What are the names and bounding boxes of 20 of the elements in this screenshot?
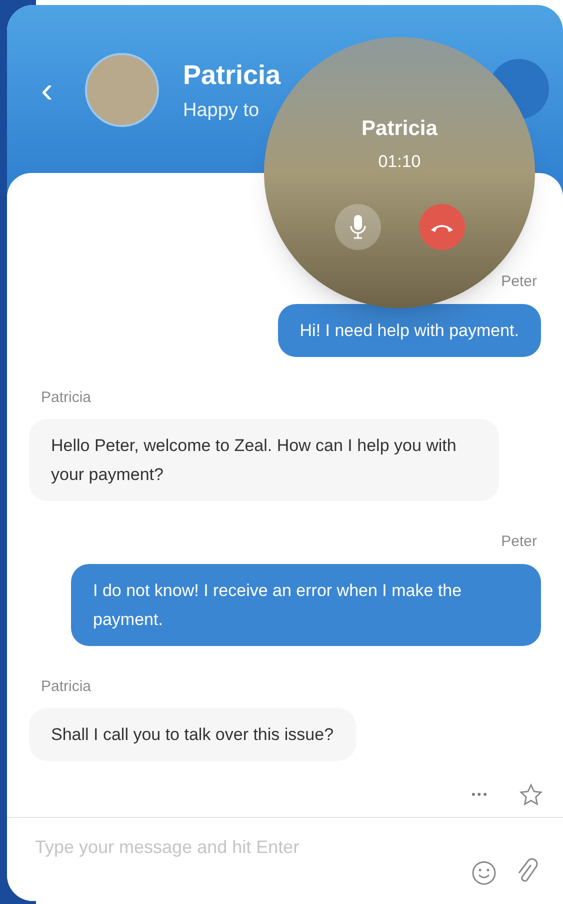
call-duration: 01:10 <box>378 150 421 172</box>
star-icon[interactable] <box>519 783 543 807</box>
back-button[interactable]: ‹ <box>37 72 57 108</box>
sender-name: Patricia <box>41 388 92 408</box>
hang-up-button[interactable] <box>418 204 464 250</box>
contact-name: Patricia <box>183 58 281 92</box>
sender-name: Peter <box>501 532 537 552</box>
message-input[interactable]: Type your message and hit Enter <box>35 834 435 861</box>
caller-name: Patricia <box>362 116 438 142</box>
sender-name: Patricia <box>41 676 92 696</box>
contact-status: Happy to <box>183 99 260 123</box>
message-bubble: Shall I call you to talk over this issue? <box>29 708 356 761</box>
microphone-icon <box>348 214 366 240</box>
message-bubble: I do not know! I receive an error when I make the payment. <box>71 564 541 646</box>
sender-name: Peter <box>501 272 537 292</box>
message-bubble: Hi! I need help with payment. <box>278 304 541 356</box>
more-options[interactable]: ••• <box>471 786 489 804</box>
emoji-icon[interactable] <box>471 860 497 886</box>
message-bubble: Hello Peter, welcome to Zeal. How can I help you with your payment? <box>29 419 499 501</box>
mute-button[interactable] <box>334 204 380 250</box>
